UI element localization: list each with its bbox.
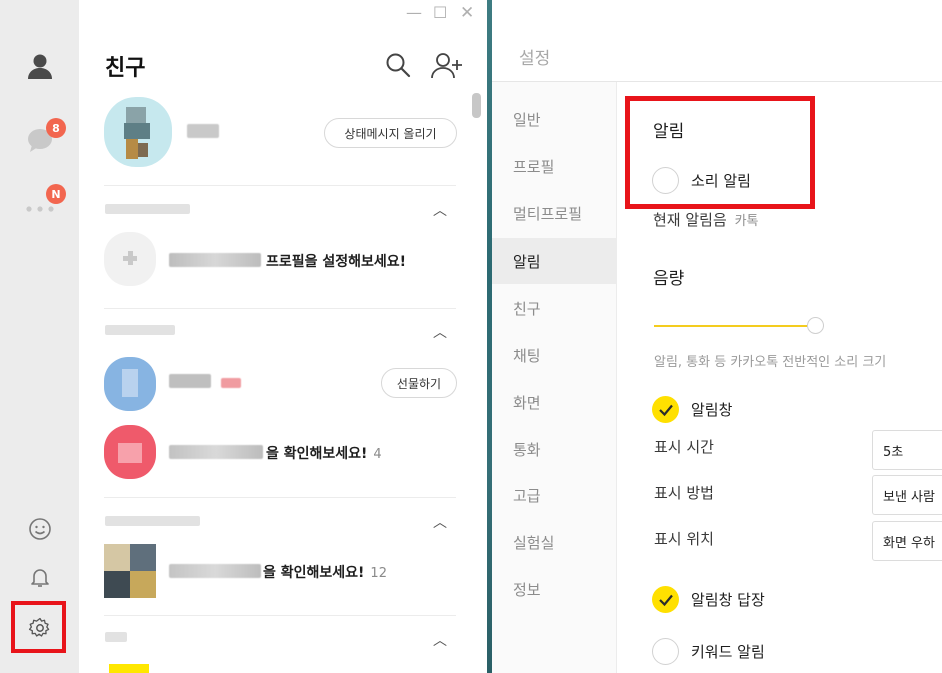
list-item-text: 을 확인해보세요!: [263, 565, 365, 581]
category-display[interactable]: 화면: [492, 379, 617, 425]
volume-description: 알림, 통화 등 카카오톡 전반적인 소리 크기: [654, 355, 887, 370]
checkmark-icon: [658, 594, 673, 606]
page-title: 친구: [105, 56, 146, 81]
more-dots-icon: [25, 206, 54, 212]
gift-button[interactable]: 선물하기: [381, 368, 457, 398]
section-header: [105, 204, 190, 214]
list-item-text: 을 확인해보세요!: [266, 446, 368, 462]
divider: [104, 185, 456, 186]
current-sound-value: 카톡: [734, 214, 759, 229]
emoticon-button[interactable]: [0, 516, 79, 542]
category-profile[interactable]: 프로필: [492, 143, 617, 189]
my-name: [187, 124, 219, 138]
category-labs[interactable]: 실험실: [492, 519, 617, 565]
search-icon[interactable]: [385, 52, 411, 78]
list-item-text: 프로필을 설정해보세요!: [266, 254, 407, 270]
close-icon[interactable]: ✕: [460, 3, 474, 23]
chevron-up-icon[interactable]: ︿: [433, 200, 447, 220]
radio-button[interactable]: [652, 638, 679, 665]
chevron-up-icon[interactable]: ︿: [433, 322, 447, 342]
popup-option[interactable]: 알림창: [652, 396, 732, 423]
chevron-up-icon[interactable]: ︿: [433, 630, 447, 650]
settings-window: 설정 일반 프로필 멀티프로필 알림 친구 채팅 화면 통화 고급 실험실 정보…: [492, 0, 942, 673]
category-notification[interactable]: 알림: [492, 238, 617, 284]
list-item[interactable]: 프로필을 설정해보세요!: [266, 251, 406, 271]
keyword-notification-option[interactable]: 키워드 알림: [652, 638, 765, 665]
scrollbar-thumb[interactable]: [472, 93, 481, 118]
more-badge: N: [46, 184, 66, 204]
avatar: [104, 232, 156, 286]
settings-category-list: 일반 프로필 멀티프로필 알림 친구 채팅 화면 통화 고급 실험실 정보: [492, 82, 617, 673]
smiley-icon: [28, 518, 51, 540]
maximize-icon[interactable]: ☐: [433, 3, 447, 22]
avatar: [109, 664, 149, 673]
volume-slider-track[interactable]: [654, 317, 824, 334]
bell-icon: [30, 569, 49, 587]
checkbox-checked[interactable]: [652, 396, 679, 423]
friends-window: — ☐ ✕ 친구 상태메시지 올리기 ︿ 프로필을 설정해보세요! ︿ 선물하기: [79, 0, 487, 673]
display-position-label: 표시 위치: [654, 530, 714, 548]
checkbox-checked[interactable]: [652, 586, 679, 613]
option-label: 키워드 알림: [691, 643, 765, 661]
chats-tab[interactable]: [0, 122, 79, 158]
current-sound-row[interactable]: 현재 알림음 카톡: [653, 209, 758, 230]
blurred-tag: [221, 378, 241, 388]
settings-title: 설정: [519, 49, 551, 69]
category-advanced[interactable]: 고급: [492, 472, 617, 518]
avatar[interactable]: [104, 97, 172, 167]
blurred-name: [169, 253, 261, 267]
nav-rail: 8 N: [0, 0, 79, 673]
avatar: [104, 544, 156, 598]
list-item[interactable]: 을 확인해보세요! 4: [266, 443, 382, 463]
add-friend-icon[interactable]: [431, 52, 463, 80]
category-friends[interactable]: 친구: [492, 285, 617, 331]
option-label: 알림창: [691, 401, 733, 419]
display-time-label: 표시 시간: [654, 438, 714, 456]
category-chat[interactable]: 채팅: [492, 332, 617, 378]
list-item-count: 12: [370, 566, 387, 581]
notification-button[interactable]: [0, 564, 79, 590]
blurred-name: [169, 564, 261, 578]
category-general[interactable]: 일반: [492, 96, 617, 142]
category-call[interactable]: 통화: [492, 426, 617, 472]
minimize-icon[interactable]: —: [406, 3, 422, 22]
divider: [104, 615, 456, 616]
popup-reply-option[interactable]: 알림창 답장: [652, 586, 765, 613]
blurred-name: [169, 445, 263, 459]
display-time-select[interactable]: 5초: [872, 430, 942, 470]
list-item-count: 4: [373, 447, 382, 462]
category-info[interactable]: 정보: [492, 566, 617, 612]
chevron-up-icon[interactable]: ︿: [433, 512, 447, 532]
display-method-select[interactable]: 보낸 사람: [872, 475, 942, 515]
volume-slider-knob[interactable]: [807, 317, 824, 334]
more-tab[interactable]: [0, 196, 79, 222]
divider: [104, 308, 456, 309]
section-heading: 음량: [653, 269, 685, 289]
checkmark-icon: [658, 404, 673, 416]
blurred-name: [169, 374, 211, 388]
option-label: 알림창 답장: [691, 591, 765, 609]
display-method-label: 표시 방법: [654, 484, 714, 502]
notification-highlight-box: [625, 96, 815, 209]
section-header: [105, 325, 175, 335]
volume-slider-fill: [654, 325, 807, 327]
avatar: [104, 357, 156, 411]
divider: [104, 497, 456, 498]
section-header: [105, 516, 200, 526]
settings-highlight-box: [11, 601, 66, 653]
avatar: [104, 425, 156, 479]
friends-tab[interactable]: [0, 48, 79, 84]
chat-badge: 8: [46, 118, 66, 138]
section-header: [105, 632, 127, 642]
status-message-button[interactable]: 상태메시지 올리기: [324, 118, 457, 148]
person-icon: [27, 54, 52, 79]
display-position-select[interactable]: 화면 우하: [872, 521, 942, 561]
current-sound-label: 현재 알림음: [653, 211, 727, 229]
list-item[interactable]: 을 확인해보세요! 12: [263, 562, 387, 582]
category-multi-profile[interactable]: 멀티프로필: [492, 190, 617, 236]
